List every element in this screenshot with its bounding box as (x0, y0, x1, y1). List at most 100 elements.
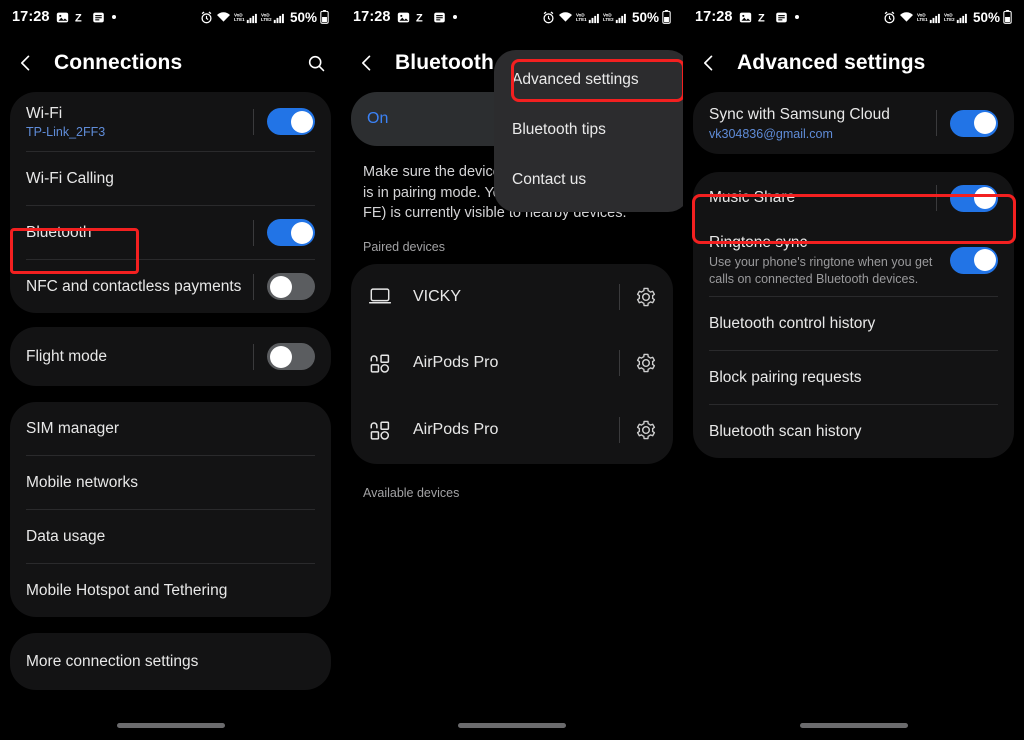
row-wifi[interactable]: Wi-Fi TP-Link_2FF3 (10, 92, 331, 151)
battery-icon (1003, 10, 1012, 24)
row-flight-mode[interactable]: Flight mode (10, 327, 331, 386)
menu-item-label: Contact us (512, 171, 587, 188)
flight-mode-toggle[interactable] (267, 343, 315, 370)
wifi-toggle[interactable] (267, 108, 315, 135)
z-app-icon: Z (758, 11, 769, 23)
paired-devices-label: Paired devices (363, 239, 445, 254)
divider-vertical (253, 343, 254, 370)
device-row-vicky[interactable]: VICKY (351, 264, 673, 330)
row-bluetooth[interactable]: Bluetooth (10, 206, 331, 259)
svg-text:Z: Z (416, 12, 423, 23)
row-subtitle: Use your phone's ringtone when you get c… (709, 255, 933, 286)
menu-item-advanced-settings[interactable]: Advanced settings (494, 60, 683, 100)
divider-vertical (253, 273, 254, 300)
music-share-toggle-wrap (936, 184, 998, 212)
panel-connections: 17:28 Z VoD LTE1 VoD LTE2 50% Connection… (0, 0, 341, 740)
svg-text:LTE1: LTE1 (576, 17, 587, 22)
menu-item-contact-us[interactable]: Contact us (494, 160, 683, 200)
row-block-pairing-requests[interactable]: Block pairing requests (693, 351, 1014, 404)
row-title: Wi-Fi Calling (26, 169, 114, 187)
row-nfc[interactable]: NFC and contactless payments (10, 260, 331, 313)
gear-icon[interactable] (635, 419, 657, 441)
document-icon (775, 11, 788, 24)
row-title: Sync with Samsung Cloud (709, 106, 890, 124)
flight-toggle-wrap (253, 343, 315, 370)
row-data-usage[interactable]: Data usage (10, 510, 331, 563)
status-time: 17:28 (695, 9, 733, 25)
wifi-toggle-wrap (253, 108, 315, 135)
bluetooth-toggle[interactable] (267, 219, 315, 246)
svg-text:Z: Z (758, 12, 765, 23)
row-title: SIM manager (26, 419, 120, 437)
nfc-toggle[interactable] (267, 273, 315, 300)
document-icon (433, 11, 446, 24)
volte2-signal-icon: VoD LTE2 (261, 11, 285, 24)
sync-samsung-cloud-toggle[interactable] (950, 109, 998, 137)
svg-text:LTE1: LTE1 (917, 17, 928, 22)
battery-icon (320, 10, 329, 24)
svg-text:LTE1: LTE1 (234, 17, 245, 22)
status-bar-right: VoD LTE1 VoD LTE2 50% (883, 10, 1012, 25)
paired-devices-card: VICKY AirPods Pro AirPods Pro (351, 263, 673, 464)
alarm-icon (200, 11, 213, 24)
row-title: NFC and contactless payments (26, 277, 242, 295)
page-title: Bluetooth (395, 51, 494, 74)
divider-vertical (936, 185, 937, 211)
status-time: 17:28 (12, 9, 50, 25)
search-icon[interactable] (306, 53, 327, 74)
row-mobile-networks[interactable]: Mobile networks (10, 456, 331, 509)
gear-icon[interactable] (635, 286, 657, 308)
row-title: Mobile Hotspot and Tethering (26, 581, 228, 599)
gear-icon[interactable] (635, 352, 657, 374)
device-settings-wrap (619, 417, 657, 444)
divider-vertical (619, 350, 620, 377)
home-indicator (116, 723, 225, 728)
menu-item-bluetooth-tips[interactable]: Bluetooth tips (494, 110, 683, 150)
page-title: Advanced settings (737, 51, 926, 74)
status-bar-left: 17:28 Z (353, 9, 458, 25)
row-ringtone-sync[interactable]: Ringtone sync Use your phone's ringtone … (693, 224, 1014, 296)
row-sync-samsung-cloud[interactable]: Sync with Samsung Cloud vk304836@gmail.c… (693, 92, 1014, 154)
ringtone-sync-toggle[interactable] (950, 246, 998, 274)
row-sim-manager[interactable]: SIM manager (10, 402, 331, 455)
back-chevron-icon[interactable] (699, 53, 719, 73)
device-row-airpods-1[interactable]: AirPods Pro (351, 330, 673, 397)
row-bluetooth-scan-history[interactable]: Bluetooth scan history (693, 405, 1014, 458)
back-chevron-icon[interactable] (16, 53, 36, 73)
divider-vertical (253, 108, 254, 135)
svg-text:LTE2: LTE2 (261, 17, 272, 22)
row-more-connection-settings[interactable]: More connection settings (10, 633, 331, 690)
battery-percent: 50% (289, 9, 317, 25)
alarm-icon (883, 11, 896, 24)
volte2-signal-icon: VoD LTE2 (603, 11, 627, 24)
bluetooth-toggle-wrap (253, 219, 315, 246)
volte1-signal-icon: VoD LTE1 (234, 11, 258, 24)
earbuds-icon (369, 420, 403, 441)
row-title: Ringtone sync (709, 234, 808, 252)
divider-vertical (253, 219, 254, 246)
home-indicator (799, 723, 908, 728)
row-bluetooth-control-history[interactable]: Bluetooth control history (693, 297, 1014, 350)
three-phone-screenshots: 17:28 Z VoD LTE1 VoD LTE2 50% Connection… (0, 0, 1024, 740)
row-title: More connection settings (26, 652, 199, 670)
page-title: Connections (54, 51, 183, 74)
device-row-airpods-2[interactable]: AirPods Pro (351, 397, 673, 464)
menu-item-label: Bluetooth tips (512, 121, 606, 138)
row-title: Bluetooth scan history (709, 422, 862, 440)
volte1-signal-icon: VoD LTE1 (917, 11, 941, 24)
wifi-icon (899, 11, 914, 23)
volte2-signal-icon: VoD LTE2 (944, 11, 968, 24)
music-share-toggle[interactable] (950, 184, 998, 212)
row-title: Bluetooth control history (709, 314, 876, 332)
device-settings-wrap (619, 350, 657, 377)
row-wifi-calling[interactable]: Wi-Fi Calling (10, 152, 331, 205)
row-music-share[interactable]: Music Share (693, 172, 1014, 224)
row-title: Flight mode (26, 347, 107, 365)
status-bar-right: VoD LTE1 VoD LTE2 50% (200, 10, 329, 25)
ringtone-toggle-wrap (950, 246, 998, 274)
row-hotspot-tethering[interactable]: Mobile Hotspot and Tethering (10, 564, 331, 617)
back-chevron-icon[interactable] (357, 53, 377, 73)
sync-toggle-wrap (936, 109, 998, 137)
menu-item-label: Advanced settings (512, 71, 639, 88)
status-bar-right: VoD LTE1 VoD LTE2 50% (542, 10, 671, 25)
